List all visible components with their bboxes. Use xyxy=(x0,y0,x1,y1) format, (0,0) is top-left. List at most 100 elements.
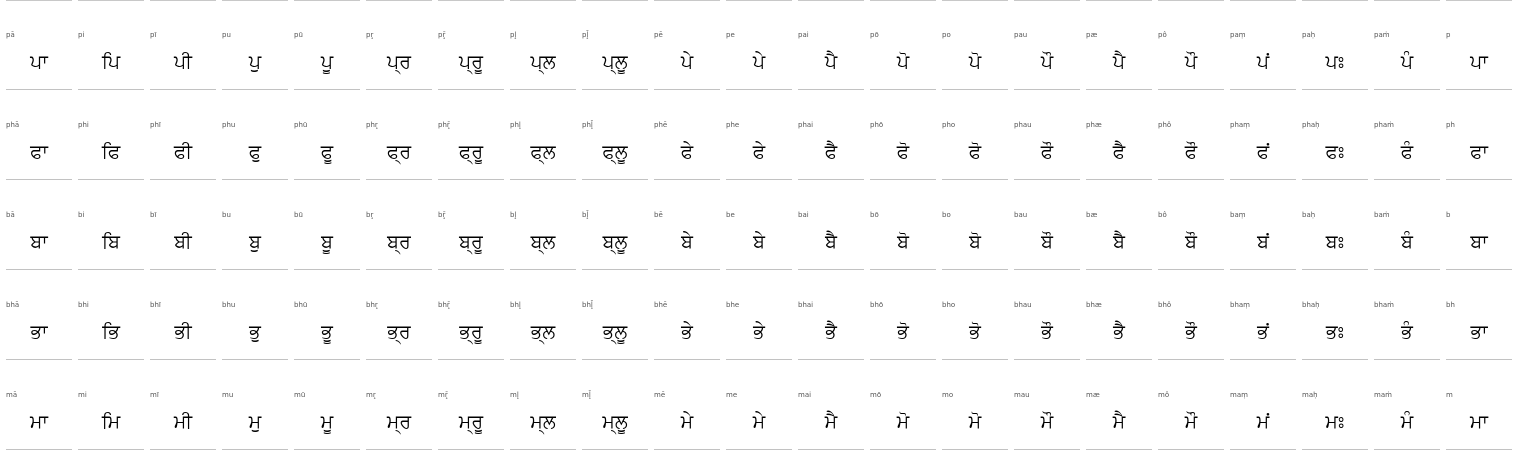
syllable-cell: bhl̥ ਭ੍ਲ xyxy=(510,270,576,360)
syllable-cell: bhaḥ ਭਃ xyxy=(1302,270,1368,360)
syllable-cell: paṃ ਪਂ xyxy=(1230,0,1296,90)
gurmukhi-glyph: ਪੇ xyxy=(752,51,766,73)
transliteration-label: b xyxy=(1446,211,1451,219)
gurmukhi-glyph: ਪੌ xyxy=(1184,51,1198,73)
transliteration-label: phr̥ xyxy=(366,121,378,129)
transliteration-label: mu xyxy=(222,391,234,399)
gurmukhi-glyph: ਫੌ xyxy=(1184,141,1198,163)
transliteration-label: bā xyxy=(6,211,15,219)
gurmukhi-glyph: ਭੂ xyxy=(321,321,333,343)
gurmukhi-glyph: ਮੇ xyxy=(680,411,694,433)
gurmukhi-glyph: ਪੀ xyxy=(174,51,192,73)
syllable-cell: bhai ਭੈ xyxy=(798,270,864,360)
syllable-cell: bhē ਭੇ xyxy=(654,270,720,360)
gurmukhi-glyph: ਭੇ xyxy=(753,321,765,343)
syllable-cell: phī ਫੀ xyxy=(150,90,216,180)
syllable-cell: bl̥̄ ਬ੍ਲੂ xyxy=(582,180,648,270)
syllable-cell: phæ ਫੈ xyxy=(1086,90,1152,180)
syllable-cell: phi ਫਿ xyxy=(78,90,144,180)
syllable-cell: bhe ਭੇ xyxy=(726,270,792,360)
syllable-cell: pai ਪੈ xyxy=(798,0,864,90)
syllable-cell: bē ਬੇ xyxy=(654,180,720,270)
gurmukhi-glyph: ਮੰ xyxy=(1400,411,1414,433)
gurmukhi-glyph: ਭੇ xyxy=(681,321,693,343)
syllable-cell: bô ਬੌ xyxy=(1158,180,1224,270)
transliteration-label: bhr̥ xyxy=(366,301,378,309)
gurmukhi-glyph: ਭੋ xyxy=(969,321,981,343)
syllable-cell: baṃ ਬਂ xyxy=(1230,180,1296,270)
transliteration-label: mau xyxy=(1014,391,1030,399)
transliteration-label: ph xyxy=(1446,121,1455,129)
transliteration-label: mō xyxy=(870,391,882,399)
syllable-cell: pho ਫੋ xyxy=(942,90,1008,180)
transliteration-label: bl̥ xyxy=(510,211,517,219)
gurmukhi-glyph: ਪਂ xyxy=(1256,51,1270,73)
syllable-cell: br̥̄ ਬ੍ਰੂ xyxy=(438,180,504,270)
syllable-cell: phr̥̄ ਫ੍ਰੂ xyxy=(438,90,504,180)
transliteration-label: bhau xyxy=(1014,301,1032,309)
gurmukhi-glyph: ਪਾ xyxy=(30,51,48,73)
gurmukhi-glyph: ਮੈ xyxy=(1112,411,1126,433)
gurmukhi-glyph: ਭ੍ਰ xyxy=(387,321,411,343)
gurmukhi-glyph: ਮੇ xyxy=(752,411,766,433)
transliteration-label: phaḥ xyxy=(1302,121,1320,129)
syllable-cell: phaḥ ਫਃ xyxy=(1302,90,1368,180)
gurmukhi-glyph: ਪੌ xyxy=(1040,51,1054,73)
transliteration-label: pl̥ xyxy=(510,31,517,39)
gurmukhi-glyph: ਫਾ xyxy=(1470,141,1488,163)
gurmukhi-glyph: ਬੈ xyxy=(1113,231,1125,253)
gurmukhi-glyph: ਬਾ xyxy=(1470,231,1488,253)
gurmukhi-glyph: ਬਂ xyxy=(1257,231,1269,253)
transliteration-label: bhu xyxy=(222,301,236,309)
gurmukhi-glyph: ਫੂ xyxy=(320,141,334,163)
gurmukhi-glyph: ਫ੍ਲ xyxy=(530,141,556,163)
syllable-cell: me ਮੇ xyxy=(726,360,792,450)
transliteration-label: bhaṁ xyxy=(1374,301,1394,309)
gurmukhi-glyph: ਬ੍ਰ xyxy=(387,231,411,253)
transliteration-label: bai xyxy=(798,211,809,219)
transliteration-label: phai xyxy=(798,121,814,129)
gurmukhi-glyph: ਭਾ xyxy=(1470,321,1488,343)
syllable-cell: po ਪੋ xyxy=(942,0,1008,90)
transliteration-label: bhā xyxy=(6,301,20,309)
gurmukhi-glyph: ਮੌ xyxy=(1040,411,1054,433)
gurmukhi-glyph: ਫੈ xyxy=(1112,141,1126,163)
syllable-cell: mu ਮੁ xyxy=(222,360,288,450)
transliteration-label: mi xyxy=(78,391,87,399)
gurmukhi-glyph: ਪ੍ਲੂ xyxy=(602,51,628,73)
transliteration-label: pai xyxy=(798,31,809,39)
gurmukhi-glyph: ਮ੍ਰ xyxy=(386,411,412,433)
syllable-cell: pr̥̄ ਪ੍ਰੂ xyxy=(438,0,504,90)
transliteration-label: pu xyxy=(222,31,231,39)
syllable-cell: pau ਪੌ xyxy=(1014,0,1080,90)
gurmukhi-glyph: ਬਃ xyxy=(1325,231,1345,253)
transliteration-label: bau xyxy=(1014,211,1028,219)
syllable-cell: bai ਬੈ xyxy=(798,180,864,270)
syllable-cell: mī ਮੀ xyxy=(150,360,216,450)
gurmukhi-glyph: ਪੈ xyxy=(1112,51,1126,73)
syllable-cell: phō ਫੋ xyxy=(870,90,936,180)
transliteration-label: phæ xyxy=(1086,121,1102,129)
transliteration-label: paḥ xyxy=(1302,31,1316,39)
syllable-cell: phe ਫੇ xyxy=(726,90,792,180)
transliteration-label: bhr̥̄ xyxy=(438,301,450,309)
transliteration-label: phū xyxy=(294,121,308,129)
transliteration-label: mô xyxy=(1158,391,1170,399)
transliteration-label: pau xyxy=(1014,31,1028,39)
gurmukhi-glyph: ਬ੍ਲ xyxy=(530,231,556,253)
transliteration-label: pi xyxy=(78,31,85,39)
gurmukhi-glyph: ਭ੍ਲੂ xyxy=(602,321,628,343)
transliteration-label: pī xyxy=(150,31,157,39)
gurmukhi-glyph: ਮੂ xyxy=(320,411,334,433)
gurmukhi-glyph: ਫਿ xyxy=(101,141,121,163)
transliteration-label: pr̥ xyxy=(366,31,374,39)
syllable-cell: bhō ਭੋ xyxy=(870,270,936,360)
syllable-cell: pl̥ ਪ੍ਲ xyxy=(510,0,576,90)
syllable-cell: phu ਫੁ xyxy=(222,90,288,180)
gurmukhi-glyph: ਭੈ xyxy=(1113,321,1125,343)
syllable-cell: bhô ਭੌ xyxy=(1158,270,1224,360)
syllable-cell: pē ਪੇ xyxy=(654,0,720,90)
syllable-cell: pô ਪੌ xyxy=(1158,0,1224,90)
gurmukhi-glyph: ਮੋ xyxy=(896,411,910,433)
gurmukhi-glyph: ਮਂ xyxy=(1256,411,1270,433)
